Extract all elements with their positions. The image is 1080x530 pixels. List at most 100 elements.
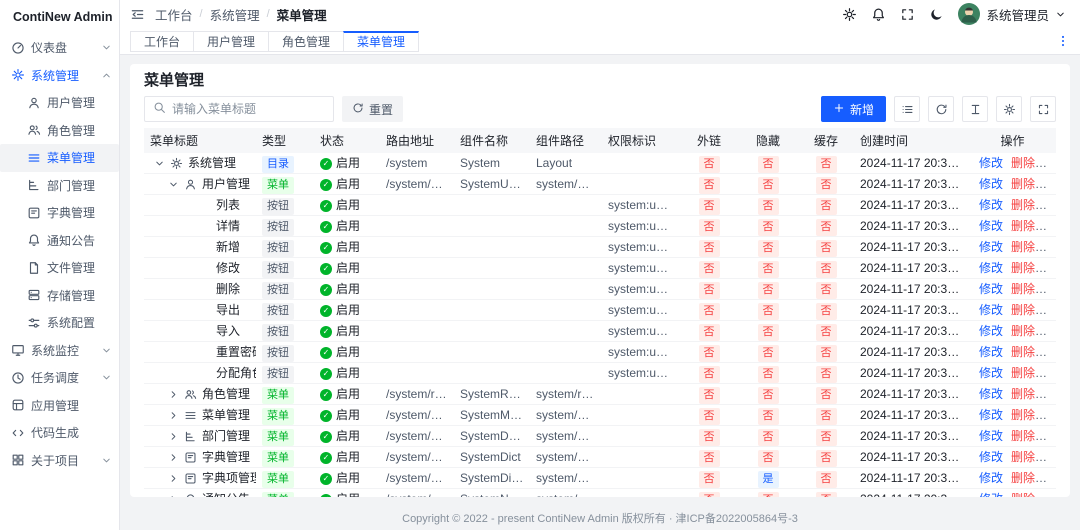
more-vertical-icon (1056, 34, 1070, 48)
dark-mode-button[interactable] (929, 7, 944, 22)
logo[interactable]: ContiNew Admin (0, 0, 119, 34)
row-actions: 修改删除新增 (969, 153, 1056, 174)
edit-link[interactable]: 修改 (979, 303, 1003, 317)
refresh-button[interactable] (928, 96, 954, 122)
chevron-down-icon (101, 372, 112, 383)
tab-workbench[interactable]: 工作台 (130, 31, 194, 52)
sidebar-item-config[interactable]: 系统配置 (0, 309, 119, 337)
breadcrumb-item[interactable]: 工作台 (155, 5, 193, 24)
tabs-more-icon[interactable] (1056, 34, 1070, 48)
delete-link[interactable]: 删除 (1011, 282, 1035, 296)
external-cell: 否 (680, 468, 738, 489)
edit-link[interactable]: 修改 (979, 450, 1003, 464)
delete-link[interactable]: 删除 (1011, 240, 1035, 254)
collapse-list-button[interactable] (894, 96, 920, 122)
delete-link[interactable]: 删除 (1011, 198, 1035, 212)
sidebar-item-file[interactable]: 文件管理 (0, 254, 119, 282)
sidebar-item-user[interactable]: 用户管理 (0, 89, 119, 117)
row-expand-icon[interactable] (168, 452, 181, 463)
sidebar-item-label: 应用管理 (31, 397, 112, 414)
delete-link[interactable]: 删除 (1011, 303, 1035, 317)
yes-no-badge: 否 (699, 345, 720, 362)
edit-link[interactable]: 修改 (979, 345, 1003, 359)
edit-link[interactable]: 修改 (979, 156, 1003, 170)
row-expand-icon[interactable] (154, 158, 167, 169)
component-name-cell (454, 279, 530, 300)
delete-link[interactable]: 删除 (1011, 471, 1035, 485)
edit-link[interactable]: 修改 (979, 324, 1003, 338)
sidebar-item-apps[interactable]: 应用管理 (0, 392, 119, 420)
component-name-cell (454, 237, 530, 258)
table-fullscreen-button[interactable] (1030, 96, 1056, 122)
reset-button[interactable]: 重置 (342, 96, 403, 122)
edit-link[interactable]: 修改 (979, 471, 1003, 485)
external-cell: 否 (680, 363, 738, 384)
settings-button[interactable] (842, 7, 857, 22)
delete-link[interactable]: 删除 (1011, 366, 1035, 380)
menu-fold-icon[interactable] (130, 7, 145, 22)
edit-link[interactable]: 修改 (979, 261, 1003, 275)
fullscreen-button[interactable] (900, 7, 915, 22)
delete-link[interactable]: 删除 (1011, 429, 1035, 443)
row-expand-icon[interactable] (168, 431, 181, 442)
sidebar-item-storage[interactable]: 存储管理 (0, 282, 119, 310)
sidebar-item-notice[interactable]: 通知公告 (0, 227, 119, 255)
copyright-text: Copyright © 2022 - present ContiNew Admi… (402, 510, 798, 526)
row-actions: 修改删除新增 (969, 174, 1056, 195)
sidebar-item-dict[interactable]: 字典管理 (0, 199, 119, 227)
sidebar-item-dashboard[interactable]: 仪表盘 (0, 34, 119, 62)
delete-link[interactable]: 删除 (1011, 450, 1035, 464)
moon-icon (929, 7, 944, 22)
sidebar-item-schedule[interactable]: 任务调度 (0, 364, 119, 392)
edit-link[interactable]: 修改 (979, 366, 1003, 380)
row-expand-icon[interactable] (168, 473, 181, 484)
edit-link[interactable]: 修改 (979, 198, 1003, 212)
sidebar-item-codegen[interactable]: 代码生成 (0, 419, 119, 447)
edit-link[interactable]: 修改 (979, 408, 1003, 422)
sidebar-item-menu[interactable]: 菜单管理 (0, 144, 119, 172)
tab-role[interactable]: 角色管理 (268, 31, 344, 52)
tab-user[interactable]: 用户管理 (193, 31, 269, 52)
delete-link[interactable]: 删除 (1011, 345, 1035, 359)
edit-link[interactable]: 修改 (979, 177, 1003, 191)
status-badge: ✓启用 (320, 280, 360, 299)
delete-link[interactable]: 删除 (1011, 177, 1035, 191)
hidden-cell: 否 (738, 405, 798, 426)
edit-link[interactable]: 修改 (979, 219, 1003, 233)
bell-icon (184, 493, 197, 498)
delete-link[interactable]: 删除 (1011, 219, 1035, 233)
delete-link[interactable]: 删除 (1011, 156, 1035, 170)
breadcrumb-item[interactable]: 系统管理 (210, 5, 260, 24)
delete-link[interactable]: 删除 (1011, 324, 1035, 338)
status-badge: ✓启用 (320, 469, 360, 488)
edit-link[interactable]: 修改 (979, 240, 1003, 254)
delete-link[interactable]: 删除 (1011, 261, 1035, 275)
sidebar-item-about[interactable]: 关于项目 (0, 447, 119, 475)
notifications-button[interactable] (871, 7, 886, 22)
row-expand-icon[interactable] (168, 494, 181, 498)
row-expand-icon[interactable] (168, 179, 181, 190)
sidebar-item-role[interactable]: 角色管理 (0, 117, 119, 145)
menu-title-search-field[interactable] (172, 102, 325, 116)
edit-link[interactable]: 修改 (979, 387, 1003, 401)
fullscreen-icon (1037, 103, 1050, 116)
row-height-button[interactable] (962, 96, 988, 122)
edit-link[interactable]: 修改 (979, 492, 1003, 498)
edit-link[interactable]: 修改 (979, 429, 1003, 443)
hidden-cell: 否 (738, 174, 798, 195)
sidebar-item-dept[interactable]: 部门管理 (0, 172, 119, 200)
sidebar-item-system[interactable]: 系统管理 (0, 62, 119, 90)
edit-link[interactable]: 修改 (979, 282, 1003, 296)
user-menu[interactable]: 系统管理员 (958, 3, 1066, 25)
delete-link[interactable]: 删除 (1011, 387, 1035, 401)
sidebar-item-monitor[interactable]: 系统监控 (0, 337, 119, 365)
menu-title: 菜单管理 (202, 406, 250, 425)
delete-link[interactable]: 删除 (1011, 492, 1035, 498)
row-expand-icon[interactable] (168, 410, 181, 421)
row-expand-icon[interactable] (168, 389, 181, 400)
add-button[interactable]: 新增 (821, 96, 886, 122)
column-settings-button[interactable] (996, 96, 1022, 122)
tab-menu[interactable]: 菜单管理 (343, 31, 419, 52)
search-input[interactable] (144, 96, 334, 122)
delete-link[interactable]: 删除 (1011, 408, 1035, 422)
